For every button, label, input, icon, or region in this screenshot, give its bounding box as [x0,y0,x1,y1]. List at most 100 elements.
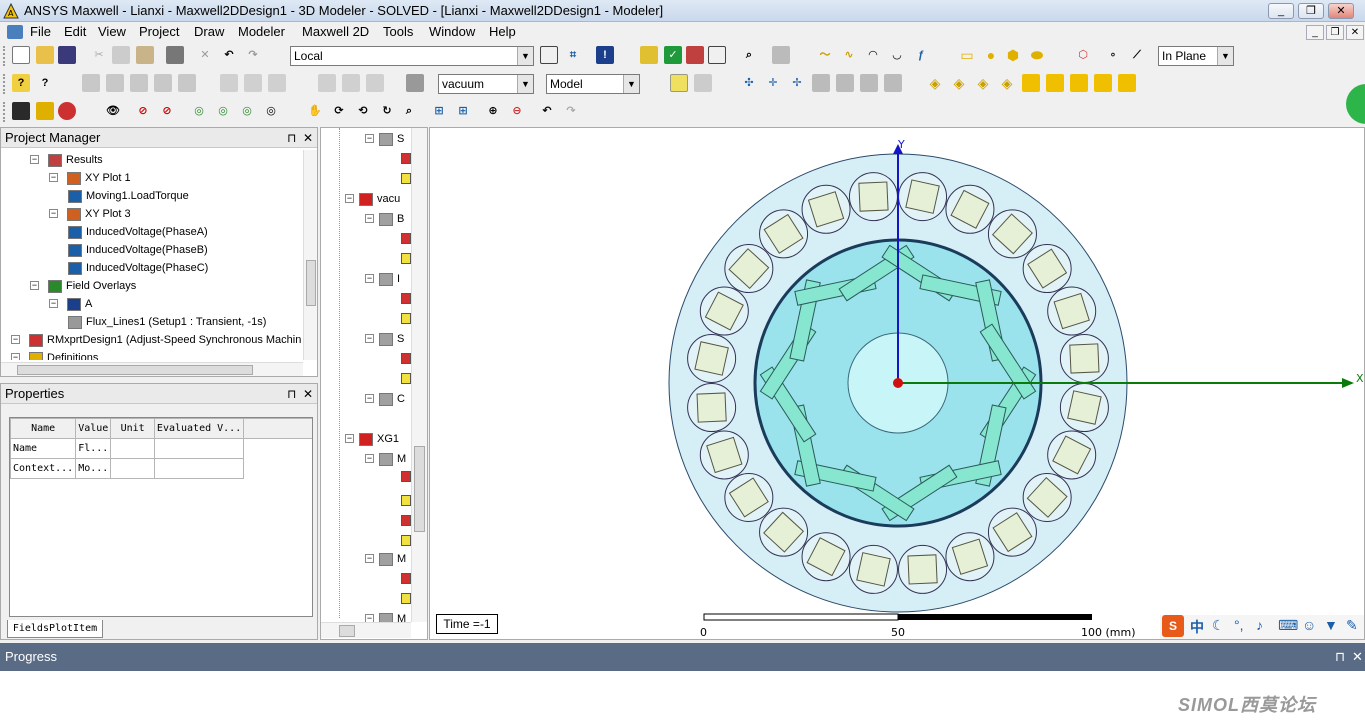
tools-icon[interactable]: ✎ [1346,617,1358,634]
scroll-thumb[interactable] [414,446,425,532]
draw-equation-icon[interactable]: ƒ [912,46,930,64]
pin-icon[interactable]: ⊓ [1335,643,1345,671]
draw-ellipse-icon[interactable]: ⬬ [1028,46,1046,64]
stator-coil[interactable] [856,552,891,587]
tab-fieldsplotitem[interactable]: FieldsPlotItem [7,620,103,638]
tree-item[interactable]: − A [49,295,92,313]
undo-view-icon[interactable]: ↶ [538,102,556,120]
leaf-icon[interactable] [401,573,411,584]
collapse-icon[interactable]: − [49,299,58,308]
show-face-icon[interactable]: ◎ [262,102,280,120]
duplicate-icon[interactable] [318,74,336,92]
draw-polygon-icon[interactable]: ⬢ [1004,46,1022,64]
snap-icon[interactable]: ✣ [740,74,758,92]
region-icon[interactable]: ⬡ [1074,46,1092,64]
cut-icon[interactable]: ✂ [90,46,108,64]
material-select[interactable]: vacuum ▼ [438,74,534,94]
duplicate-mirror-icon[interactable] [366,74,384,92]
motor-geometry[interactable]: Y X 0 50 100 (mm) [430,128,1364,639]
draw-rectangle-icon[interactable]: ▭ [958,46,976,64]
mirror-icon[interactable] [268,74,286,92]
split-icon[interactable] [154,74,172,92]
tree-item[interactable]: InducedVoltage(PhaseB) [68,241,208,259]
model-tree-item[interactable]: − M [365,450,406,468]
tree-item[interactable]: Flux_Lines1 (Setup1 : Transient, -1s) [68,313,266,331]
collapse-icon[interactable]: − [365,274,374,283]
model-tree-item[interactable]: − C [365,390,405,408]
collapse-icon[interactable]: − [365,214,374,223]
keyboard-icon[interactable]: ⌨ [1278,617,1298,634]
table-cell[interactable]: Fl... [75,438,112,459]
pin-icon[interactable]: ⊓ [287,384,296,404]
select-by-name-icon[interactable] [1070,74,1088,92]
sogou-icon[interactable]: S [1162,615,1184,637]
leaf-icon[interactable] [401,233,411,244]
boolean-intersect-icon[interactable] [130,74,148,92]
collapse-icon[interactable]: − [365,454,374,463]
mdi-close-button[interactable]: ✕ [1346,25,1364,40]
stator-coil[interactable] [858,181,889,212]
tree-item[interactable]: − Field Overlays [30,277,136,295]
select-all-icon[interactable] [1046,74,1064,92]
draw-line-icon[interactable]: 〜 [816,46,834,64]
zoom-in-icon[interactable]: ⊕ [484,102,502,120]
leaf-icon[interactable] [401,495,411,506]
table-cell[interactable]: Mo... [75,458,112,479]
analyze-icon[interactable] [640,46,658,64]
redo-icon[interactable]: ↷ [244,46,262,64]
column-header[interactable]: Unit [110,418,155,439]
menu-draw[interactable]: Draw [194,24,224,39]
context-help-icon[interactable]: ? [36,74,54,92]
leaf-icon[interactable] [401,471,411,482]
ime-mode-label[interactable]: 中 [1190,617,1204,637]
collapse-icon[interactable]: − [365,394,374,403]
tree-item[interactable]: − XY Plot 3 [49,205,131,223]
new-icon[interactable] [12,46,30,64]
leaf-icon[interactable] [401,313,411,324]
table-row[interactable]: Name Fl... [9,438,313,459]
skin-icon[interactable]: ▼ [1324,617,1338,633]
model-tree-item[interactable]: − vacu [345,190,400,208]
move-icon[interactable] [220,74,238,92]
pin-icon[interactable]: ⊓ [287,128,296,148]
cover-icon[interactable] [812,74,830,92]
measure-icon[interactable] [540,46,558,64]
stator-coil[interactable] [696,392,727,423]
collapse-icon[interactable]: − [11,353,20,360]
modeler-viewport[interactable]: Y X 0 50 100 (mm) Time =-1 S 中 ☾ °, ♪ ⌨ … [429,127,1365,640]
maximize-button[interactable]: ❐ [1298,3,1324,19]
collapse-icon[interactable]: − [30,281,39,290]
tree-item[interactable]: − Results [30,151,103,169]
scroll-thumb[interactable] [17,365,253,375]
tree-item[interactable]: Moving1.LoadTorque [68,187,189,205]
draw-circle-icon[interactable]: ● [982,46,1000,64]
menu-tools[interactable]: Tools [383,24,413,39]
show-icon[interactable]: ◎ [190,102,208,120]
leaf-icon[interactable] [401,173,411,184]
pan-icon[interactable]: ✋ [306,102,324,120]
minimize-button[interactable]: _ [1268,3,1294,19]
model-mode-select[interactable]: Model ▼ [546,74,640,94]
show-all-icon[interactable]: ◎ [214,102,232,120]
validate-icon[interactable]: ! [596,46,614,64]
mdi-minimize-button[interactable]: _ [1306,25,1324,40]
leaf-icon[interactable] [401,515,411,526]
select-object-icon[interactable]: ◈ [926,74,944,92]
tree-item[interactable]: − XY Plot 1 [49,169,131,187]
select-vol-icon[interactable] [1118,74,1136,92]
column-header[interactable]: Value [75,418,112,439]
report-icon[interactable] [708,46,726,64]
design-icon[interactable] [36,102,54,120]
rotate-view-icon[interactable]: ⟳ [330,102,348,120]
menu-maxwell2d[interactable]: Maxwell 2D [302,24,369,39]
stator-coil[interactable] [905,179,940,214]
thicken-icon[interactable] [884,74,902,92]
results-icon[interactable] [686,46,704,64]
collapse-icon[interactable]: − [49,173,58,182]
collapse-icon[interactable]: − [365,554,374,563]
duplicate-around-icon[interactable] [342,74,360,92]
menu-modeler[interactable]: Modeler [238,24,285,39]
stator-coil[interactable] [907,554,938,585]
line-segment-icon[interactable]: ⟋ [1128,46,1146,64]
menu-window[interactable]: Window [429,24,475,39]
